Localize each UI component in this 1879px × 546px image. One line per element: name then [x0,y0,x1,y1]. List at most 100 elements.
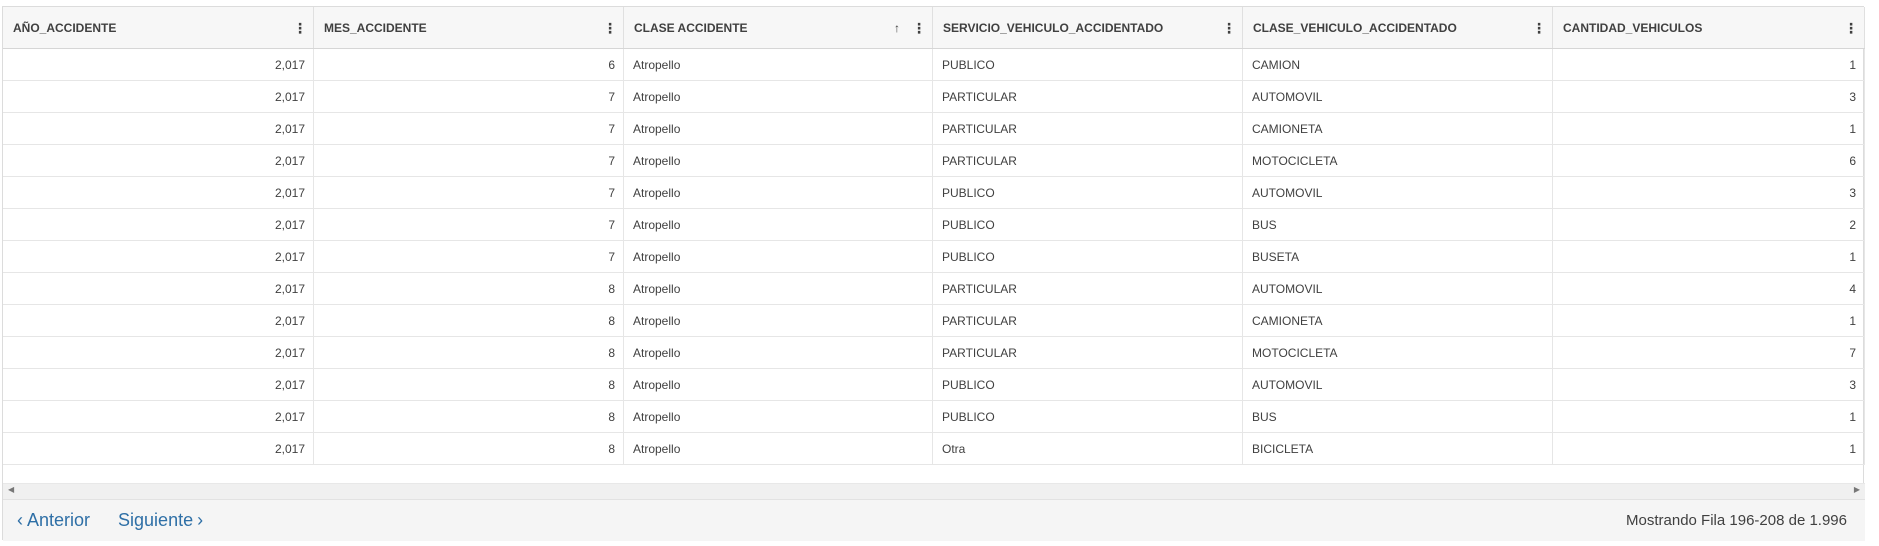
table-row[interactable]: 2,017 7 Atropello PARTICULAR MOTOCICLETA 6 [3,145,1865,177]
table-cell[interactable]: MOTOCICLETA [1243,337,1553,368]
table-cell[interactable]: AUTOMOVIL [1243,177,1553,208]
table-cell[interactable]: 2,017 [3,113,314,144]
table-cell[interactable]: PARTICULAR [933,337,1243,368]
table-cell[interactable]: CAMION [1243,49,1553,80]
table-cell[interactable]: 2,017 [3,177,314,208]
table-row[interactable]: 2,017 7 Atropello PARTICULAR CAMIONETA 1 [3,113,1865,145]
table-cell[interactable]: 8 [314,305,624,336]
table-cell[interactable]: 2,017 [3,337,314,368]
table-cell[interactable]: 7 [1553,337,1865,368]
column-menu-icon[interactable]: ⋮ [1222,21,1236,35]
scroll-right-icon[interactable]: ▶ [1854,485,1860,494]
table-cell[interactable]: Atropello [624,305,933,336]
table-row[interactable]: 2,017 8 Atropello Otra BICICLETA 1 [3,433,1865,465]
table-row[interactable]: 2,017 8 Atropello PARTICULAR AUTOMOVIL 4 [3,273,1865,305]
table-cell[interactable]: CAMIONETA [1243,305,1553,336]
table-row[interactable]: 2,017 6 Atropello PUBLICO CAMION 1 [3,49,1865,81]
column-header[interactable]: CLASE ACCIDENTE ↑ ⋮ [624,7,933,48]
table-cell[interactable]: PUBLICO [933,369,1243,400]
next-page-button[interactable]: Siguiente › [118,510,207,531]
table-cell[interactable]: 1 [1553,113,1865,144]
column-header[interactable]: CANTIDAD_VEHICULOS ⋮ [1553,7,1865,48]
table-cell[interactable]: 8 [314,433,624,464]
table-cell[interactable]: Atropello [624,177,933,208]
table-row[interactable]: 2,017 7 Atropello PUBLICO BUSETA 1 [3,241,1865,273]
table-cell[interactable]: 1 [1553,305,1865,336]
previous-page-button[interactable]: ‹ Anterior [13,510,90,531]
table-cell[interactable]: Atropello [624,273,933,304]
table-row[interactable]: 2,017 8 Atropello PUBLICO BUS 1 [3,401,1865,433]
table-cell[interactable]: Atropello [624,337,933,368]
table-row[interactable]: 2,017 7 Atropello PUBLICO AUTOMOVIL 3 [3,177,1865,209]
table-cell[interactable]: 2 [1553,209,1865,240]
table-cell[interactable]: 1 [1553,401,1865,432]
table-cell[interactable]: 2,017 [3,273,314,304]
table-cell[interactable]: PUBLICO [933,49,1243,80]
column-menu-icon[interactable]: ⋮ [1532,21,1546,35]
table-cell[interactable]: PUBLICO [933,401,1243,432]
table-cell[interactable]: BICICLETA [1243,433,1553,464]
table-cell[interactable]: 2,017 [3,241,314,272]
column-header[interactable]: AÑO_ACCIDENTE ⋮ [3,7,314,48]
table-cell[interactable]: 7 [314,145,624,176]
table-cell[interactable]: 8 [314,337,624,368]
table-cell[interactable]: 2,017 [3,369,314,400]
table-cell[interactable]: 2,017 [3,81,314,112]
column-menu-icon[interactable]: ⋮ [1844,21,1858,35]
table-cell[interactable]: 2,017 [3,305,314,336]
column-menu-icon[interactable]: ⋮ [293,21,307,35]
table-cell[interactable]: BUSETA [1243,241,1553,272]
table-row[interactable]: 2,017 7 Atropello PARTICULAR AUTOMOVIL 3 [3,81,1865,113]
table-cell[interactable]: Atropello [624,241,933,272]
table-cell[interactable]: PUBLICO [933,241,1243,272]
table-row[interactable]: 2,017 8 Atropello PARTICULAR CAMIONETA 1 [3,305,1865,337]
table-cell[interactable]: PUBLICO [933,209,1243,240]
table-cell[interactable]: CAMIONETA [1243,113,1553,144]
table-cell[interactable]: 1 [1553,49,1865,80]
table-cell[interactable]: PARTICULAR [933,113,1243,144]
table-cell[interactable]: MOTOCICLETA [1243,145,1553,176]
table-cell[interactable]: 3 [1553,81,1865,112]
table-cell[interactable]: 2,017 [3,145,314,176]
table-cell[interactable]: 7 [314,81,624,112]
table-cell[interactable]: Atropello [624,81,933,112]
scroll-left-icon[interactable]: ◀ [8,485,14,494]
table-cell[interactable]: PARTICULAR [933,305,1243,336]
table-cell[interactable]: 2,017 [3,401,314,432]
table-row[interactable]: 2,017 8 Atropello PUBLICO AUTOMOVIL 3 [3,369,1865,401]
table-cell[interactable]: PARTICULAR [933,81,1243,112]
horizontal-scrollbar[interactable]: ◀ ▶ [3,483,1865,499]
column-header[interactable]: SERVICIO_VEHICULO_ACCIDENTADO ⋮ [933,7,1243,48]
sort-ascending-icon[interactable]: ↑ [894,21,900,35]
table-cell[interactable]: 7 [314,209,624,240]
table-cell[interactable]: Atropello [624,145,933,176]
table-cell[interactable]: 8 [314,369,624,400]
table-cell[interactable]: PARTICULAR [933,273,1243,304]
table-row[interactable]: 2,017 7 Atropello PUBLICO BUS 2 [3,209,1865,241]
table-cell[interactable]: 7 [314,177,624,208]
table-cell[interactable]: Atropello [624,369,933,400]
table-cell[interactable]: 8 [314,273,624,304]
table-cell[interactable]: 2,017 [3,209,314,240]
table-cell[interactable]: 7 [314,241,624,272]
table-cell[interactable]: 6 [1553,145,1865,176]
table-cell[interactable]: 8 [314,401,624,432]
table-cell[interactable]: Otra [933,433,1243,464]
column-menu-icon[interactable]: ⋮ [912,21,926,35]
table-cell[interactable]: 2,017 [3,433,314,464]
column-menu-icon[interactable]: ⋮ [603,21,617,35]
table-cell[interactable]: AUTOMOVIL [1243,369,1553,400]
table-cell[interactable]: 3 [1553,177,1865,208]
table-row[interactable]: 2,017 8 Atropello PARTICULAR MOTOCICLETA 7 [3,337,1865,369]
table-cell[interactable]: 1 [1553,433,1865,464]
table-cell[interactable]: 6 [314,49,624,80]
table-cell[interactable]: Atropello [624,113,933,144]
table-cell[interactable]: AUTOMOVIL [1243,273,1553,304]
table-cell[interactable]: 4 [1553,273,1865,304]
table-cell[interactable]: PUBLICO [933,177,1243,208]
table-cell[interactable]: AUTOMOVIL [1243,81,1553,112]
table-cell[interactable]: Atropello [624,49,933,80]
table-cell[interactable]: 7 [314,113,624,144]
table-cell[interactable]: BUS [1243,209,1553,240]
table-cell[interactable]: Atropello [624,209,933,240]
